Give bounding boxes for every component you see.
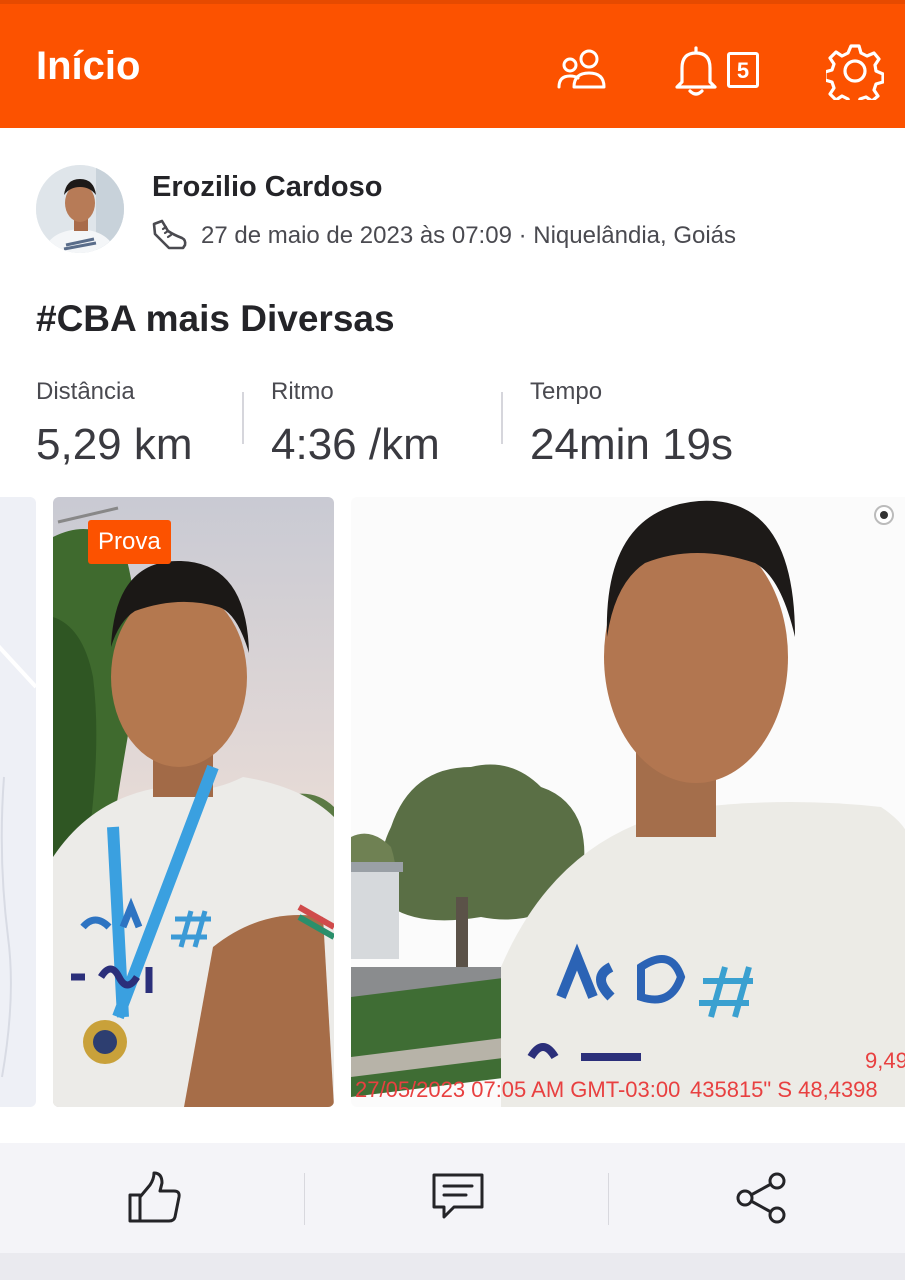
share-icon — [736, 1172, 786, 1224]
next-card-edge — [0, 1253, 905, 1280]
comment-icon — [432, 1173, 484, 1219]
stat-pace: Ritmo 4:36 /km — [271, 378, 440, 470]
stat-label: Tempo — [530, 378, 603, 405]
stat-label: Ritmo — [271, 378, 334, 405]
map-route-lines — [0, 644, 36, 1078]
stat-divider — [242, 392, 244, 444]
shoe-icon — [152, 219, 187, 250]
page-title: Início — [36, 44, 141, 88]
photo-timestamp: 27/05/2023 07:05 AM GMT-03:00 — [355, 1077, 681, 1102]
photo-coordinates: 9,49 — [865, 1048, 905, 1073]
photo-coordinates-line2: 435815" S 48,4398 — [690, 1077, 878, 1102]
activity-date-location: 27 de maio de 2023 às 07:09 · Niquelândi… — [201, 222, 737, 249]
route-map-thumbnail[interactable] — [0, 497, 36, 1107]
bell-icon[interactable] — [672, 44, 720, 98]
activity-action-bar — [0, 1143, 905, 1253]
notification-count-badge[interactable]: 5 — [727, 52, 759, 88]
stat-value: 4:36 /km — [271, 420, 440, 469]
athlete-name[interactable]: Erozilio Cardoso — [152, 171, 382, 204]
activity-photo-2[interactable] — [351, 497, 905, 1107]
people-icon[interactable] — [556, 47, 610, 91]
like-icon — [128, 1171, 181, 1223]
stat-value: 5,29 km — [36, 420, 193, 469]
comment-button[interactable] — [305, 1143, 605, 1253]
like-button[interactable] — [0, 1143, 300, 1253]
stat-divider — [501, 392, 503, 444]
gear-icon[interactable] — [826, 42, 884, 100]
activity-title[interactable]: #CBA mais Diversas — [36, 298, 395, 340]
photo-street-selfie — [351, 497, 905, 1107]
stat-distance: Distância 5,29 km — [36, 378, 193, 470]
stat-label: Distância — [36, 378, 135, 405]
photo-medal-selfie — [53, 497, 334, 1107]
stat-value: 24min 19s — [530, 420, 734, 469]
avatar-photo — [36, 165, 124, 253]
stat-time: Tempo 24min 19s — [530, 378, 733, 470]
share-button[interactable] — [609, 1143, 905, 1253]
activity-photo-1[interactable] — [53, 497, 334, 1107]
top-app-bar: Início 5 — [0, 0, 905, 128]
avatar[interactable] — [36, 165, 124, 253]
race-tag: Prova — [88, 520, 171, 564]
